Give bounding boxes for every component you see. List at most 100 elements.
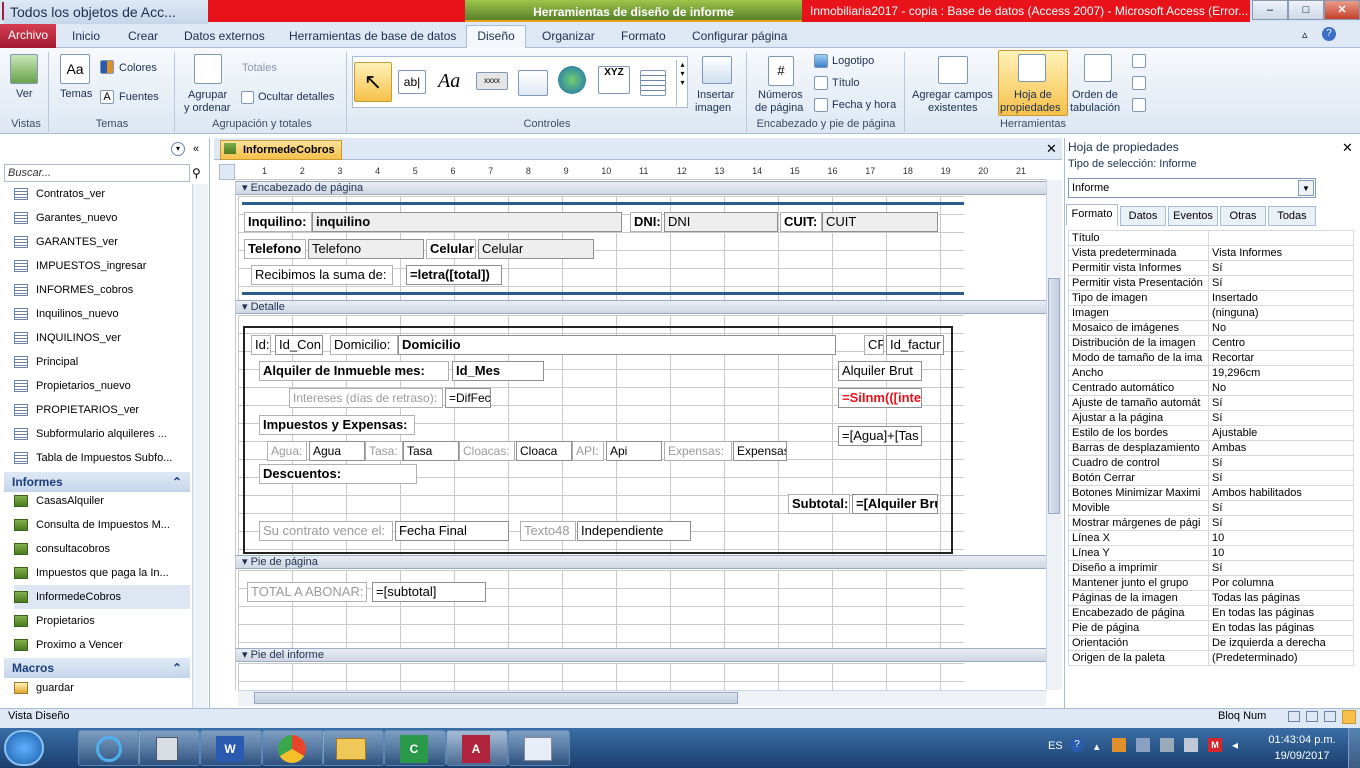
doc-tab-informedecobros[interactable]: InformedeCobros — [220, 140, 342, 160]
subtotal-label[interactable]: Subtotal: — [788, 494, 850, 514]
de-pagina-label[interactable]: de página — [755, 102, 803, 114]
fuentes-button[interactable]: Fuentes — [119, 91, 159, 103]
label-control-icon[interactable]: Aa — [438, 70, 460, 93]
property-row[interactable]: Movible Sí — [1068, 500, 1354, 516]
close-property-sheet-icon[interactable]: ✕ — [1342, 140, 1353, 156]
intereses-label[interactable]: Intereses (días de retraso): — [289, 388, 443, 408]
agua-field[interactable]: Agua — [309, 441, 365, 461]
tray-security-icon[interactable] — [1112, 738, 1126, 752]
tab-organizar[interactable]: Organizar — [534, 26, 603, 48]
telefono-label[interactable]: Telefono — [244, 239, 306, 259]
nav-item-form[interactable]: PROPIETARIOS_ver — [14, 398, 190, 422]
start-button[interactable] — [4, 730, 44, 766]
tab-archivo[interactable]: Archivo — [0, 24, 56, 48]
property-value[interactable]: (ninguna) — [1208, 305, 1354, 321]
property-value[interactable]: En todas las páginas — [1208, 620, 1354, 636]
property-value[interactable]: En todas las páginas — [1208, 605, 1354, 621]
property-value[interactable]: Sí — [1208, 260, 1354, 276]
nav-item-report[interactable]: Propietarios — [14, 609, 190, 633]
nav-item-form[interactable]: IMPUESTOS_ingresar — [14, 254, 190, 278]
title-icon[interactable] — [814, 76, 828, 90]
cf-label[interactable]: CF — [864, 335, 884, 355]
nav-dropdown-icon[interactable]: ▾ — [171, 142, 185, 156]
tabulacion-label[interactable]: tabulación — [1070, 102, 1120, 114]
independiente-field[interactable]: Independiente — [577, 521, 691, 541]
minimize-button[interactable]: – — [1252, 0, 1288, 20]
minimize-ribbon-icon[interactable]: ▵ — [1302, 28, 1308, 41]
colores-button[interactable]: Colores — [119, 62, 157, 74]
view-icon[interactable] — [10, 54, 38, 84]
property-value[interactable]: Por columna — [1208, 575, 1354, 591]
inquilino-field[interactable]: inquilino — [312, 212, 622, 232]
nav-item-form[interactable]: INFORMES_cobros — [14, 278, 190, 302]
texto48-label[interactable]: Texto48 — [520, 521, 576, 541]
selection-dropdown[interactable]: Informe — [1068, 178, 1316, 198]
tab-herramientas-bd[interactable]: Herramientas de base de datos — [281, 26, 464, 48]
property-row[interactable]: Línea Y 10 — [1068, 545, 1354, 561]
tab-crear[interactable]: Crear — [120, 26, 166, 48]
navigation-control-icon[interactable] — [640, 70, 666, 96]
chevron-down-icon[interactable]: ▼ — [1298, 180, 1314, 196]
tray-network-icon[interactable] — [1136, 738, 1150, 752]
convert-macros-icon[interactable] — [1132, 98, 1146, 112]
property-row[interactable]: Permitir vista Presentación Sí — [1068, 275, 1354, 291]
section-encabezado[interactable]: ▾ Encabezado de página — [236, 181, 1046, 195]
property-value[interactable] — [1208, 230, 1354, 246]
property-value[interactable]: Ambas — [1208, 440, 1354, 456]
orden-de-label[interactable]: Orden de — [1072, 89, 1118, 101]
section-pie-pagina[interactable]: ▾ Pie de página — [236, 555, 1046, 569]
close-document-icon[interactable]: ✕ — [1046, 141, 1057, 157]
property-value[interactable]: Sí — [1208, 500, 1354, 516]
property-value[interactable]: Sí — [1208, 410, 1354, 426]
property-row[interactable]: Modo de tamaño de la ima Recortar — [1068, 350, 1354, 366]
property-value[interactable]: 19,296cm — [1208, 365, 1354, 381]
property-row[interactable]: Encabezado de página En todas las páginas — [1068, 605, 1354, 621]
agrupar-label[interactable]: Agrupar — [188, 89, 227, 101]
property-row[interactable]: Diseño a imprimir Sí — [1068, 560, 1354, 576]
insertar-label[interactable]: Insertar — [697, 89, 734, 101]
tasa-field[interactable]: Tasa — [403, 441, 459, 461]
telefono-field[interactable]: Telefono — [308, 239, 424, 259]
page-numbers-icon[interactable]: # — [768, 56, 794, 86]
tasa-label[interactable]: Tasa: — [365, 441, 403, 461]
button-control-icon[interactable]: xxxx — [476, 72, 508, 90]
show-desktop-button[interactable] — [1348, 728, 1360, 768]
nav-group-macros[interactable]: Macros ⌃ — [4, 658, 190, 678]
totales-button[interactable]: Totales — [242, 62, 277, 74]
cuit-field[interactable]: CUIT — [822, 212, 938, 232]
section-detalle[interactable]: ▾ Detalle — [236, 300, 1046, 314]
tab-diseno[interactable]: Diseño — [466, 25, 526, 48]
nav-item-form[interactable]: INQUILINOS_ver — [14, 326, 190, 350]
property-row[interactable]: Título — [1068, 230, 1354, 246]
logo-icon[interactable] — [814, 54, 828, 68]
agregar-campos-label[interactable]: Agregar campos — [912, 89, 993, 101]
design-view-icon[interactable] — [1342, 710, 1356, 724]
property-row[interactable]: Mostrar márgenes de pági Sí — [1068, 515, 1354, 531]
property-value[interactable]: Sí — [1208, 515, 1354, 531]
property-row[interactable]: Ancho 19,296cm — [1068, 365, 1354, 381]
id-factura-field[interactable]: Id_factur — [886, 335, 944, 355]
tray-expand-icon[interactable]: ▴ — [1094, 740, 1100, 753]
select-pointer-icon[interactable]: ↖ — [354, 62, 392, 102]
subreport-icon[interactable] — [1132, 54, 1146, 68]
maximize-button[interactable]: □ — [1288, 0, 1324, 20]
prop-tab-todas[interactable]: Todas — [1268, 206, 1316, 226]
id-mes-field[interactable]: Id_Mes — [452, 361, 544, 381]
search-icon[interactable]: ⚲ — [192, 166, 201, 180]
layout-view-icon[interactable] — [1324, 711, 1336, 722]
property-value[interactable]: Recortar — [1208, 350, 1354, 366]
prop-tab-formato[interactable]: Formato — [1066, 204, 1118, 226]
suma-impuestos-field[interactable]: =[Agua]+[Tas — [838, 426, 922, 446]
api-field[interactable]: Api — [606, 441, 662, 461]
property-value[interactable]: De izquierda a derecha — [1208, 635, 1354, 651]
date-time-icon[interactable] — [814, 98, 828, 112]
letra-total-field[interactable]: =letra([total]) — [406, 265, 502, 285]
nav-scrollbar[interactable] — [192, 184, 208, 708]
vertical-scroll-thumb[interactable] — [1048, 278, 1060, 514]
group-sort-icon[interactable] — [194, 54, 222, 84]
celular-field[interactable]: Celular — [478, 239, 594, 259]
titulo-button[interactable]: Título — [832, 77, 860, 89]
id-contrato-field[interactable]: Id_Con — [275, 335, 323, 355]
vence-label[interactable]: Su contrato vence el: — [259, 521, 393, 541]
fonts-icon[interactable]: A — [100, 90, 114, 104]
